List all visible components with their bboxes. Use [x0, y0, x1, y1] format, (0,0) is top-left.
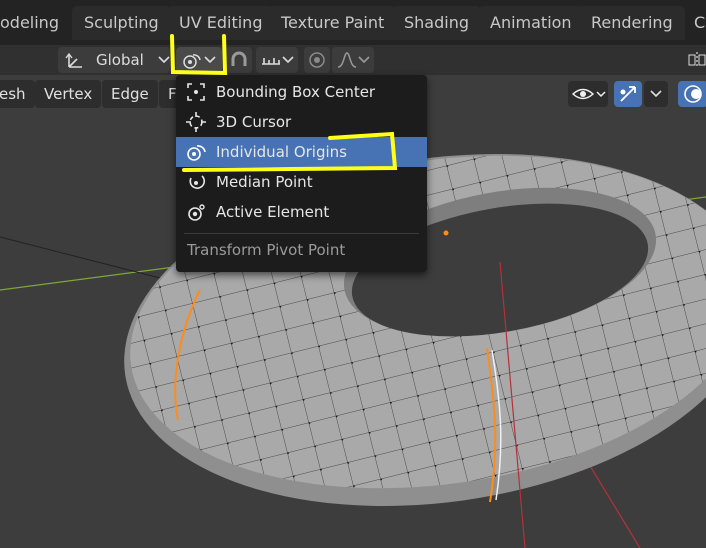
tab-modeling[interactable]: odeling: [0, 6, 71, 40]
gizmo-toggle[interactable]: [614, 81, 642, 107]
vertex-menu[interactable]: Vertex: [35, 80, 102, 108]
tab-uv-editing[interactable]: UV Editing: [167, 6, 275, 40]
pivot-option-individual-origins[interactable]: Individual Origins: [176, 137, 427, 167]
bounding-box-center-icon: [187, 83, 205, 101]
chevron-down-icon: [282, 56, 294, 64]
active-element-icon: [188, 204, 205, 221]
magnet-icon: [231, 51, 247, 66]
pivot-point-dropdown[interactable]: [176, 47, 222, 73]
viewport-header: Global: [0, 45, 706, 75]
workspace-tab-bar: odeling Sculpting UV Editing Texture Pai…: [0, 0, 706, 45]
tab-rendering[interactable]: Rendering: [579, 6, 685, 40]
chevron-down-icon: [358, 56, 370, 64]
edge-menu[interactable]: Edge: [102, 80, 158, 108]
falloff-curve-icon: [337, 52, 357, 68]
pivot-option-label: Active Element: [216, 203, 330, 221]
pivot-menu-title: Transform Pivot Point: [187, 241, 346, 259]
pivot-option-label: 3D Cursor: [216, 113, 292, 131]
pivot-option-label: Individual Origins: [216, 143, 347, 161]
tab-shading[interactable]: Shading: [392, 6, 481, 40]
pivot-point-menu: Bounding Box Center 3D Cursor Individual…: [176, 75, 427, 272]
tab-texture-paint[interactable]: Texture Paint: [269, 6, 397, 40]
snap-toggle[interactable]: [226, 47, 252, 73]
tab-animation[interactable]: Animation: [478, 6, 584, 40]
pivot-option-median-point[interactable]: Median Point: [176, 167, 427, 197]
proportional-editing-toggle[interactable]: [304, 47, 330, 73]
mirror-icon: [688, 52, 706, 68]
overlays-toggle[interactable]: [678, 81, 706, 107]
proportional-editing-icon: [309, 52, 325, 68]
pivot-option-active-element[interactable]: Active Element: [176, 197, 427, 227]
overlays-icon: [684, 85, 702, 103]
chevron-down-icon: [650, 90, 662, 98]
pivot-option-3d-cursor[interactable]: 3D Cursor: [176, 107, 427, 137]
gizmo-icon: [620, 86, 636, 102]
orientation-label: Global: [96, 51, 144, 69]
tab-compositing[interactable]: Co: [682, 6, 706, 40]
pivot-option-label: Median Point: [216, 173, 313, 191]
snap-increment-icon: [262, 58, 280, 65]
orientation-axes-icon: [65, 52, 82, 68]
snap-target-dropdown[interactable]: [256, 47, 298, 73]
visibility-dropdown[interactable]: [568, 81, 608, 107]
falloff-dropdown[interactable]: [332, 47, 374, 73]
mirror-toggle[interactable]: [684, 47, 706, 73]
individual-origins-icon: [183, 54, 201, 69]
pivot-option-bounding-box-center[interactable]: Bounding Box Center: [176, 77, 427, 107]
transform-orientation-dropdown[interactable]: Global: [58, 47, 170, 73]
chevron-down-icon: [158, 56, 170, 64]
chevron-down-icon: [204, 56, 216, 64]
menu-separator: [184, 233, 419, 234]
individual-origins-icon: [187, 145, 206, 161]
pivot-option-label: Bounding Box Center: [216, 83, 376, 101]
3d-cursor-icon: [186, 112, 206, 132]
gizmo-dropdown[interactable]: [644, 81, 668, 107]
tab-sculpting[interactable]: Sculpting: [72, 6, 171, 40]
median-point-icon: [189, 175, 206, 189]
eye-icon: [571, 88, 606, 100]
mesh-menu[interactable]: esh: [0, 80, 35, 108]
